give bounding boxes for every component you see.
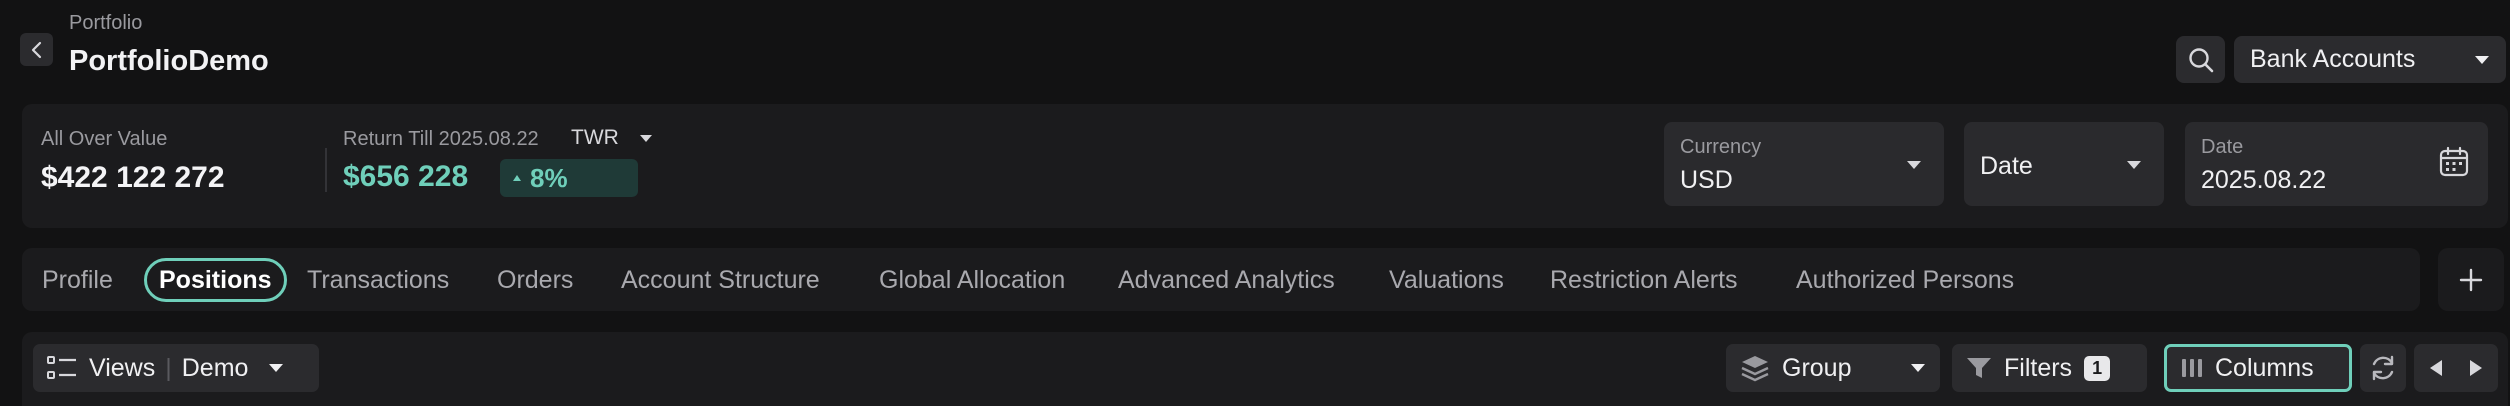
caret-down-icon	[1911, 364, 1925, 372]
return-label: Return Till 2025.08.22	[343, 128, 539, 150]
back-button[interactable]	[20, 33, 53, 66]
filter-icon	[1967, 358, 1991, 378]
list-icon	[47, 356, 76, 379]
arrow-right-icon[interactable]	[2469, 359, 2483, 377]
tab-authorized-persons[interactable]: Authorized Persons	[1796, 258, 2014, 302]
date-type-value: Date	[1980, 152, 2033, 180]
scroll-nav-group	[2414, 344, 2498, 392]
tab-global-allocation[interactable]: Global Allocation	[879, 258, 1065, 302]
tab-positions[interactable]: Positions	[144, 258, 287, 302]
arrow-left-icon[interactable]	[2429, 359, 2443, 377]
views-value: Demo	[181, 353, 249, 382]
views-label: Views	[89, 353, 156, 382]
add-tab-button[interactable]	[2438, 248, 2504, 311]
columns-label: Columns	[2215, 353, 2314, 382]
plus-icon	[2459, 268, 2483, 291]
currency-select[interactable]: Currency USD	[1664, 122, 1944, 206]
return-percent: 8%	[530, 162, 568, 193]
date-label: Date	[2201, 136, 2244, 158]
filters-label: Filters	[2004, 353, 2073, 382]
summary-divider	[325, 148, 327, 192]
group-label: Group	[1782, 353, 1852, 382]
tab-valuations[interactable]: Valuations	[1389, 258, 1504, 302]
chevron-left-icon	[31, 41, 41, 58]
layers-icon	[1741, 356, 1769, 382]
return-value: $656 228	[343, 160, 469, 193]
breadcrumb: Portfolio	[69, 12, 143, 34]
tab-restriction-alerts[interactable]: Restriction Alerts	[1550, 258, 1738, 302]
caret-down-icon	[2475, 55, 2489, 64]
caret-down-icon	[1907, 161, 1921, 169]
tab-transactions[interactable]: Transactions	[307, 258, 449, 302]
group-select[interactable]: Group	[1726, 344, 1940, 392]
calendar-icon	[2439, 146, 2469, 177]
views-select[interactable]: Views | Demo	[33, 344, 319, 392]
columns-button[interactable]: Columns	[2164, 344, 2352, 392]
account-type-select[interactable]: Bank Accounts	[2234, 36, 2506, 83]
filters-count-badge: 1	[2084, 355, 2111, 381]
account-type-value: Bank Accounts	[2250, 45, 2416, 73]
date-picker[interactable]: Date 2025.08.22	[2185, 122, 2488, 206]
date-value: 2025.08.22	[2201, 166, 2327, 194]
tab-bar: Profile Positions Transactions Orders Ac…	[22, 248, 2420, 311]
date-type-select[interactable]: Date	[1964, 122, 2164, 206]
search-button[interactable]	[2176, 36, 2225, 83]
tab-profile[interactable]: Profile	[42, 258, 113, 302]
caret-down-icon	[2127, 161, 2141, 169]
caret-down-icon	[269, 364, 284, 372]
arrow-up-icon	[513, 175, 521, 181]
caret-down-icon	[639, 134, 652, 142]
portfolio-summary: All Over Value $422 122 272 Return Till …	[22, 104, 2508, 228]
currency-value: USD	[1680, 166, 1733, 194]
all-over-value: $422 122 272	[41, 161, 225, 194]
all-over-value-label: All Over Value	[41, 128, 168, 150]
return-percent-badge: 8%	[500, 159, 638, 197]
views-separator: |	[165, 353, 172, 382]
return-method-select[interactable]: TWR	[571, 126, 653, 150]
page-title: PortfolioDemo	[69, 45, 269, 77]
return-method-value: TWR	[571, 126, 619, 149]
tab-advanced-analytics[interactable]: Advanced Analytics	[1118, 258, 1335, 302]
refresh-icon	[2372, 355, 2394, 381]
tab-account-structure[interactable]: Account Structure	[621, 258, 820, 302]
currency-label: Currency	[1680, 136, 1762, 158]
tab-orders[interactable]: Orders	[497, 258, 573, 302]
filters-button[interactable]: Filters 1	[1952, 344, 2147, 392]
search-icon	[2188, 47, 2213, 72]
refresh-button[interactable]	[2360, 344, 2406, 392]
positions-toolbar: Views | Demo Group Filters 1 Columns	[22, 332, 2508, 406]
columns-icon	[2182, 359, 2202, 377]
